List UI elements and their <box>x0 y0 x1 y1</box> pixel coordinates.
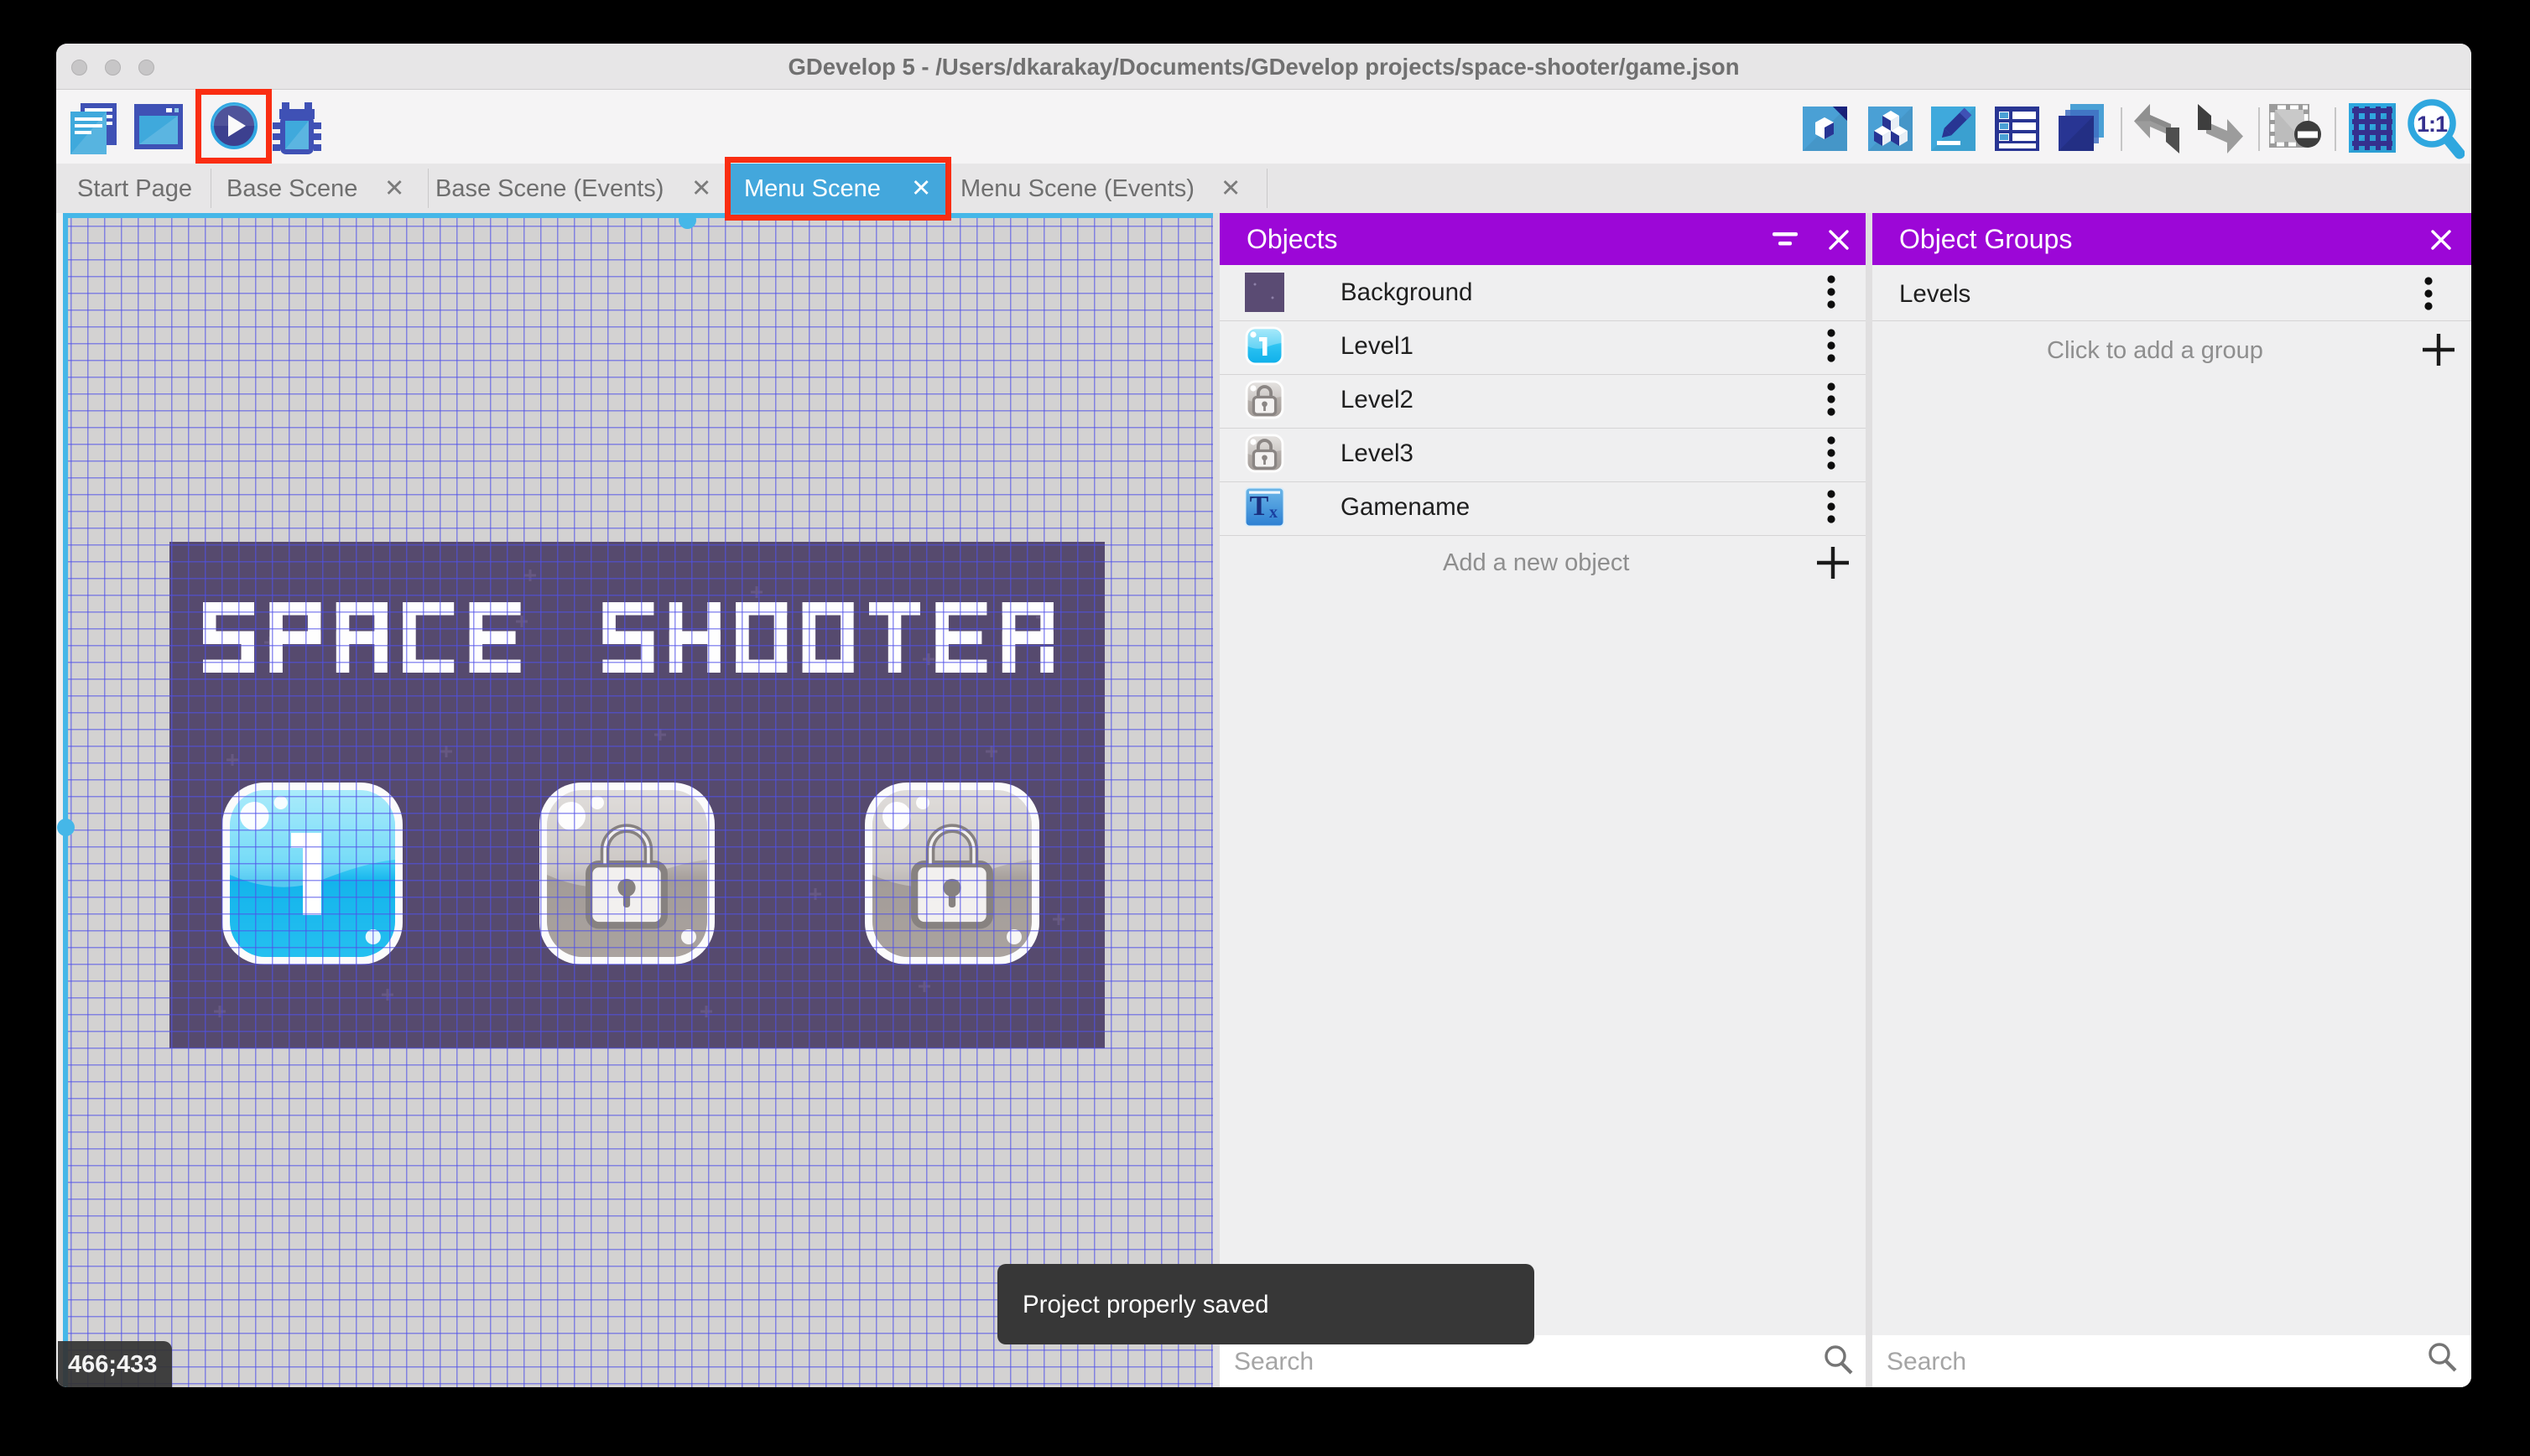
svg-text:x: x <box>1269 503 1278 522</box>
svg-text:T: T <box>1250 491 1269 522</box>
svg-text:1:1: 1:1 <box>2417 112 2448 137</box>
